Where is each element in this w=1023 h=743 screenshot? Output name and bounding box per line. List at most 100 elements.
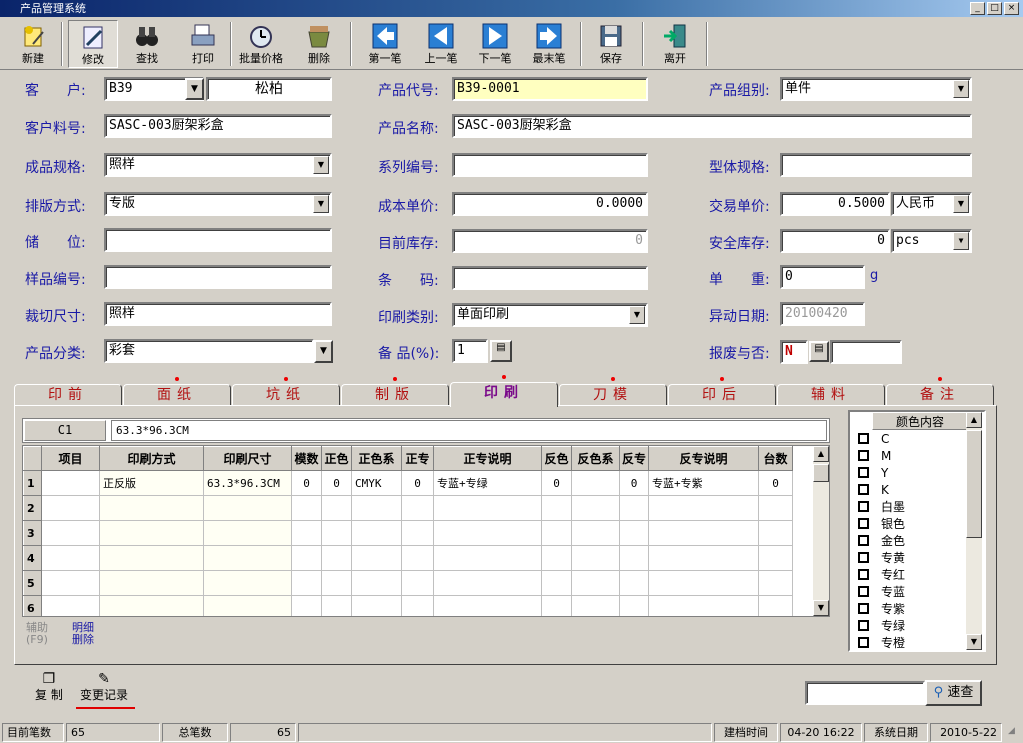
- table-cell[interactable]: CMYK: [351, 470, 402, 496]
- table-cell[interactable]: [351, 545, 402, 571]
- color-item[interactable]: 专红: [850, 566, 984, 583]
- checkbox[interactable]: [858, 501, 869, 512]
- scroll-up-icon[interactable]: ▲: [813, 446, 829, 462]
- scroll-thumb[interactable]: [813, 464, 829, 482]
- table-cell[interactable]: [433, 595, 542, 616]
- table-cell[interactable]: [203, 520, 292, 546]
- scrap-note-field[interactable]: [830, 340, 902, 364]
- table-cell[interactable]: [541, 595, 572, 616]
- scrap-lookup-button[interactable]: ▤: [809, 341, 829, 362]
- customer-dropdown-button[interactable]: ▼: [185, 78, 204, 100]
- table-cell[interactable]: [321, 545, 352, 571]
- print-type-select[interactable]: 单面印刷 ▼: [452, 303, 648, 327]
- quick-search-button[interactable]: ⚲ 速查: [925, 680, 982, 706]
- column-header[interactable]: 正色系: [351, 446, 402, 471]
- chevron-down-icon[interactable]: ▼: [629, 306, 645, 324]
- tab-1[interactable]: 印前: [14, 384, 122, 406]
- toolbar-button-7[interactable]: 第一笔: [360, 20, 410, 68]
- spare-field[interactable]: 1: [452, 339, 488, 363]
- table-cell[interactable]: [203, 495, 292, 521]
- chevron-down-icon[interactable]: ▼: [313, 156, 329, 174]
- table-row[interactable]: 6: [23, 595, 794, 616]
- table-row[interactable]: 4: [23, 545, 794, 571]
- table-cell[interactable]: [648, 495, 760, 521]
- toolbar-button-9[interactable]: 下一笔: [470, 20, 520, 68]
- color-item[interactable]: C: [850, 430, 984, 447]
- product-code-field[interactable]: B39-0001: [452, 77, 648, 101]
- tab-7[interactable]: 印后: [668, 377, 776, 406]
- table-cell[interactable]: [321, 570, 352, 596]
- table-cell[interactable]: 0: [401, 470, 434, 496]
- table-cell[interactable]: 0: [619, 470, 650, 496]
- table-cell[interactable]: [41, 520, 100, 546]
- cost-field[interactable]: 0.0000: [452, 192, 648, 216]
- history-button[interactable]: ✎ 变更记录: [80, 672, 128, 703]
- color-item[interactable]: M: [850, 447, 984, 464]
- table-cell[interactable]: [571, 545, 620, 571]
- checkbox[interactable]: [858, 586, 869, 597]
- column-header[interactable]: 反专说明: [648, 446, 760, 471]
- product-name-field[interactable]: SASC-003厨架彩盒: [452, 114, 972, 138]
- spare-lookup-button[interactable]: ▤: [490, 340, 512, 362]
- table-cell[interactable]: [321, 495, 352, 521]
- table-cell[interactable]: [433, 545, 542, 571]
- scrap-field[interactable]: N: [780, 340, 808, 364]
- customer-part-field[interactable]: SASC-003厨架彩盒: [104, 114, 332, 138]
- series-field[interactable]: [452, 153, 648, 177]
- table-cell[interactable]: [99, 570, 204, 596]
- table-cell[interactable]: [203, 595, 292, 616]
- tab-3[interactable]: 坑纸: [232, 377, 340, 406]
- table-cell[interactable]: [648, 595, 760, 616]
- color-item[interactable]: 专蓝: [850, 583, 984, 600]
- table-row[interactable]: 1 正反版 63.3*96.3CM 0 0 CMYK 0 专蓝+专绿 0 0 专蓝+专紫 0: [23, 470, 794, 496]
- column-header[interactable]: 项目: [41, 446, 100, 471]
- table-cell[interactable]: [758, 495, 794, 521]
- column-header[interactable]: 正专: [401, 446, 434, 471]
- checkbox[interactable]: [858, 569, 869, 580]
- table-cell[interactable]: [321, 520, 352, 546]
- table-cell[interactable]: [41, 595, 100, 616]
- checkbox[interactable]: [858, 552, 869, 563]
- safety-stock-field[interactable]: 0: [780, 229, 890, 253]
- color-item[interactable]: Y: [850, 464, 984, 481]
- toolbar-button-3[interactable]: 查找: [122, 20, 172, 68]
- color-item[interactable]: 专橙: [850, 634, 984, 650]
- table-cell[interactable]: [203, 570, 292, 596]
- quick-search-input[interactable]: [805, 681, 925, 705]
- table-row[interactable]: 2: [23, 495, 794, 521]
- table-cell[interactable]: [433, 495, 542, 521]
- tab-8[interactable]: 辅料: [777, 384, 885, 406]
- column-header[interactable]: 反色系: [571, 446, 620, 471]
- table-cell[interactable]: [619, 570, 650, 596]
- table-cell[interactable]: [758, 545, 794, 571]
- toolbar-button-8[interactable]: 上一笔: [416, 20, 466, 68]
- cell-value-input[interactable]: 63.3*96.3CM: [111, 420, 827, 441]
- table-cell[interactable]: [541, 520, 572, 546]
- table-cell[interactable]: [619, 495, 650, 521]
- scroll-down-icon[interactable]: ▼: [813, 600, 829, 616]
- table-cell[interactable]: [291, 595, 322, 616]
- column-header[interactable]: 印刷尺寸: [203, 446, 292, 471]
- toolbar-button-5[interactable]: 批量价格: [236, 20, 286, 68]
- color-item[interactable]: 银色: [850, 515, 984, 532]
- color-scrollbar[interactable]: ▲ ▼: [966, 412, 982, 650]
- cut-size-field[interactable]: 照样: [104, 302, 332, 326]
- column-header[interactable]: 正专说明: [433, 446, 542, 471]
- checkbox[interactable]: [858, 450, 869, 461]
- table-cell[interactable]: [41, 470, 100, 496]
- grid-scrollbar[interactable]: ▲ ▼: [813, 446, 829, 616]
- table-cell[interactable]: [619, 545, 650, 571]
- table-cell[interactable]: [619, 520, 650, 546]
- table-cell[interactable]: [351, 520, 402, 546]
- color-item[interactable]: 专黄: [850, 549, 984, 566]
- toolbar-button-4[interactable]: 打印: [178, 20, 228, 68]
- table-cell[interactable]: [99, 495, 204, 521]
- checkbox[interactable]: [858, 535, 869, 546]
- checkbox[interactable]: [858, 467, 869, 478]
- table-cell[interactable]: [571, 595, 620, 616]
- detail-delete-link[interactable]: 明细 删除: [72, 622, 94, 646]
- table-cell[interactable]: [648, 545, 760, 571]
- table-cell[interactable]: [758, 520, 794, 546]
- tab-5[interactable]: 印刷: [450, 375, 558, 407]
- scroll-down-icon[interactable]: ▼: [966, 634, 982, 650]
